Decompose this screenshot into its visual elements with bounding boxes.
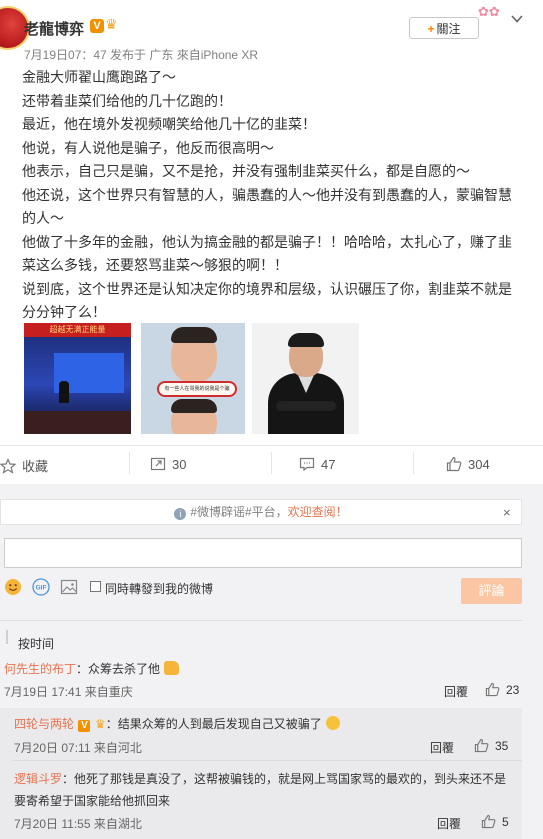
thumbs-up-icon xyxy=(485,682,500,697)
close-icon[interactable]: × xyxy=(503,505,511,520)
divider xyxy=(271,452,272,474)
hair-figure xyxy=(288,333,324,347)
post-paragraph: 说到底，这个世界还是认知决定你的境界和层级，认识碾压了你，割韭菜不就是分分钟了么… xyxy=(22,280,512,321)
thumbs-up-emoji-icon xyxy=(164,661,180,675)
post-paragraph: 他还说，这个世界只有智慧的人，骗愚蠢的人～他并没有到愚蠢的人，蒙骗智慧的人～ xyxy=(22,186,512,227)
arms-figure xyxy=(276,401,336,411)
reply-item: 四轮与两轮 V ♛：结果众筹的人到最后发现自己又被骗了 xyxy=(14,715,519,733)
post-paragraph: 最近，他在境外发视频嘲笑给他几十亿的韭菜！ xyxy=(22,116,316,132)
notice-link[interactable]: 欢迎查阅！ xyxy=(288,505,348,519)
thumbs-up-icon xyxy=(481,814,496,829)
repost-checkbox-label: 同時轉發到我的微博 xyxy=(105,582,214,596)
info-icon: i xyxy=(174,508,187,520)
comment-user[interactable]: 何先生的布丁 xyxy=(4,662,76,676)
reply-time: 7月20日 11:55 来自湖北 xyxy=(14,817,142,831)
like-button[interactable]: 304 xyxy=(446,456,490,472)
reply-user[interactable]: 逻辑斗罗 xyxy=(14,772,62,786)
post-image-portrait[interactable] xyxy=(252,323,359,434)
laughing-emoji-icon xyxy=(326,716,341,730)
divider xyxy=(12,760,522,761)
repost-icon xyxy=(150,457,166,471)
repost-checkbox[interactable] xyxy=(90,581,101,592)
follow-button[interactable]: + 關注 xyxy=(409,17,479,39)
speaker-figure xyxy=(59,381,69,403)
reply-like-count: 5 xyxy=(502,814,509,829)
reply-like-button[interactable]: 5 xyxy=(481,814,509,829)
rumor-notice-bar: i #微博辟谣#平台，欢迎查阅！ xyxy=(0,499,522,525)
image-upload-icon[interactable] xyxy=(60,578,78,596)
reply-reply-button[interactable]: 回覆 xyxy=(437,815,461,832)
post-image-video[interactable]: 有一些人在骂我的说我是个骗 xyxy=(141,323,245,434)
post-paragraph: 他说，有人说他是骗子，他反而很高明～ xyxy=(22,139,274,156)
emoji-icon[interactable] xyxy=(4,578,22,596)
divider xyxy=(0,445,543,446)
audience-figure xyxy=(24,411,131,434)
member-crown-icon: ♛ xyxy=(105,16,118,32)
hair-figure xyxy=(171,327,217,343)
post-paragraph: 他表示，自己只是骗，又不是抢，并没有强制韭菜买什么，都是自愿的～ xyxy=(22,163,470,179)
comment-text: ：众筹去杀了他 xyxy=(76,662,161,676)
sort-indicator xyxy=(6,630,8,644)
comment-icon xyxy=(299,457,315,472)
comment-reply-button[interactable]: 回覆 xyxy=(444,683,468,700)
comment-item: 何先生的布丁：众筹去杀了他 xyxy=(4,660,514,678)
reply-text: ：结果众筹的人到最后发现自己又被骗了 xyxy=(105,717,322,731)
post-paragraph: 还带着韭菜们给他的几十亿跑的！ xyxy=(22,92,232,109)
post-meta: 7月19日07：47 发布于 广东 來自iPhone XR xyxy=(24,48,259,62)
repost-count: 30 xyxy=(172,456,187,472)
balloons-decoration-icon: ✿✿ xyxy=(478,4,500,19)
comment-input[interactable] xyxy=(4,538,522,568)
sort-by-time-tab[interactable]: 按时间 xyxy=(18,635,54,652)
comment-like-button[interactable]: 23 xyxy=(485,682,519,697)
favorite-label: 收藏 xyxy=(22,459,49,474)
reply-reply-button[interactable]: 回覆 xyxy=(430,739,454,756)
divider xyxy=(129,452,130,474)
like-count: 304 xyxy=(468,456,490,472)
star-icon xyxy=(0,457,16,474)
author-name[interactable]: 老龍博弈 xyxy=(24,18,84,39)
comment-like-count: 23 xyxy=(506,682,520,697)
hair-figure xyxy=(171,399,217,413)
member-crown-icon: ♛ xyxy=(94,717,106,731)
verified-badge-icon: V xyxy=(90,19,104,33)
image-banner-text: 超越无满正能量 xyxy=(24,323,131,337)
post-content: 金融大师翟山鹰跑路了～ 还带着韭菜们给他的几十亿跑的！ 最近，他在境外发视频嘲笑… xyxy=(22,66,522,325)
comment-time: 7月19日 17:41 来自重庆 xyxy=(4,685,133,699)
thumbs-up-icon xyxy=(474,738,489,753)
reply-like-count: 35 xyxy=(495,738,509,753)
divider xyxy=(413,452,414,474)
reply-user[interactable]: 四轮与两轮 xyxy=(14,717,74,731)
chevron-down-icon[interactable] xyxy=(510,12,524,26)
repost-button[interactable]: 30 xyxy=(150,456,186,472)
post-image-conference[interactable]: 超越无满正能量 xyxy=(24,323,131,434)
post-paragraph: 金融大师翟山鹰跑路了～ xyxy=(22,69,176,85)
image-caption-text: 有一些人在骂我的说我是个骗 xyxy=(157,381,237,397)
reply-item: 逻辑斗罗：他死了那钱是真没了，这帮被骗钱的，就是网上骂国家骂的最欢的，到头来还不… xyxy=(14,768,514,812)
comment-submit-button[interactable]: 評論 xyxy=(461,578,522,604)
favorite-button[interactable]: 收藏 xyxy=(0,456,48,475)
reply-time: 7月20日 07:11 来自河北 xyxy=(14,741,142,755)
verified-badge-icon: V xyxy=(78,720,91,732)
divider xyxy=(0,620,522,621)
thumbs-up-icon xyxy=(446,456,462,472)
gif-icon[interactable]: GIF xyxy=(32,578,50,596)
comment-count: 47 xyxy=(321,456,336,472)
comment-button[interactable]: 47 xyxy=(299,456,335,472)
follow-label: 關注 xyxy=(436,22,461,36)
notice-text: #微博辟谣#平台， xyxy=(190,505,288,519)
reply-like-button[interactable]: 35 xyxy=(474,738,508,753)
svg-text:GIF: GIF xyxy=(36,585,47,592)
post-paragraph: 他做了十多年的金融，他认为搞金融的都是骗子！！哈哈哈，太扎心了，赚了韭菜这么多钱… xyxy=(22,233,512,274)
reply-text: ：他死了那钱是真没了，这帮被骗钱的，就是网上骂国家骂的最欢的，到头来还不是要寄希… xyxy=(14,772,507,808)
plus-icon: + xyxy=(427,22,435,36)
